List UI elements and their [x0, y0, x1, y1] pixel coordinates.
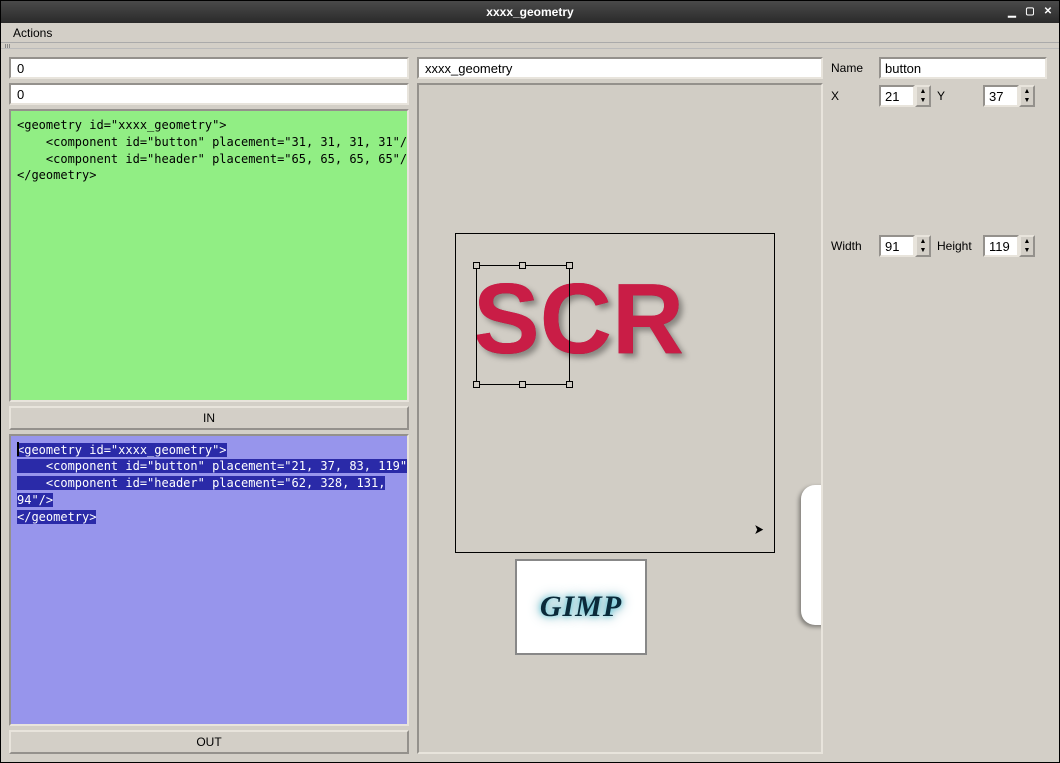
titlebar[interactable]: xxxx_geometry ▁ ▢ ✕	[1, 1, 1059, 23]
selection-box[interactable]	[476, 265, 570, 385]
out-button[interactable]: OUT	[9, 730, 409, 754]
resize-handle-tr[interactable]	[566, 262, 573, 269]
resize-handle-br[interactable]	[566, 381, 573, 388]
w-up-icon[interactable]: ▲	[917, 237, 929, 246]
gimp-thumbnail[interactable]: GIMP	[515, 559, 647, 655]
window-title: xxxx_geometry	[1, 5, 1059, 19]
in-button[interactable]: IN	[9, 406, 409, 430]
numeric-input-2[interactable]	[9, 83, 409, 105]
gimp-logo-text: GIMP	[540, 590, 622, 624]
width-field[interactable]	[879, 235, 915, 257]
height-label: Height	[937, 239, 979, 253]
main-area: <geometry id="xxxx_geometry"> <component…	[1, 49, 1059, 762]
cursor-icon: ➤	[754, 521, 764, 538]
partial-element	[801, 485, 823, 625]
close-icon[interactable]: ✕	[1041, 4, 1055, 18]
x-spinner[interactable]: ▲▼	[879, 85, 931, 107]
y-label: Y	[937, 89, 979, 103]
geometry-name-input[interactable]	[417, 57, 823, 79]
width-label: Width	[831, 239, 873, 253]
numeric-input-1[interactable]	[9, 57, 409, 79]
center-panel: SCR GIMP ➤	[417, 57, 823, 754]
x-up-icon[interactable]: ▲	[917, 87, 929, 96]
code-output-blue[interactable]: <geometry id="xxxx_geometry"> <component…	[9, 434, 409, 727]
x-down-icon[interactable]: ▼	[917, 96, 929, 105]
x-field[interactable]	[879, 85, 915, 107]
name-label: Name	[831, 61, 873, 75]
left-panel: <geometry id="xxxx_geometry"> <component…	[9, 57, 409, 754]
resize-handle-bl[interactable]	[473, 381, 480, 388]
y-field[interactable]	[983, 85, 1019, 107]
canvas[interactable]: SCR GIMP ➤	[417, 83, 823, 754]
maximize-icon[interactable]: ▢	[1023, 4, 1037, 18]
height-spinner[interactable]: ▲▼	[983, 235, 1035, 257]
resize-handle-tm[interactable]	[519, 262, 526, 269]
h-down-icon[interactable]: ▼	[1021, 246, 1033, 255]
code-input-green[interactable]: <geometry id="xxxx_geometry"> <component…	[9, 109, 409, 402]
properties-panel: Name X ▲▼ Y ▲▼ Width	[831, 57, 1051, 754]
width-spinner[interactable]: ▲▼	[879, 235, 931, 257]
x-label: X	[831, 89, 873, 103]
name-field[interactable]	[879, 57, 1047, 79]
menubar: Actions	[1, 23, 1059, 43]
h-up-icon[interactable]: ▲	[1021, 237, 1033, 246]
resize-handle-tl[interactable]	[473, 262, 480, 269]
app-window: xxxx_geometry ▁ ▢ ✕ Actions <geometry id…	[0, 0, 1060, 763]
y-spinner[interactable]: ▲▼	[983, 85, 1035, 107]
y-down-icon[interactable]: ▼	[1021, 96, 1033, 105]
y-up-icon[interactable]: ▲	[1021, 87, 1033, 96]
minimize-icon[interactable]: ▁	[1005, 4, 1019, 18]
height-field[interactable]	[983, 235, 1019, 257]
menu-actions[interactable]: Actions	[7, 24, 58, 42]
w-down-icon[interactable]: ▼	[917, 246, 929, 255]
resize-handle-bm[interactable]	[519, 381, 526, 388]
